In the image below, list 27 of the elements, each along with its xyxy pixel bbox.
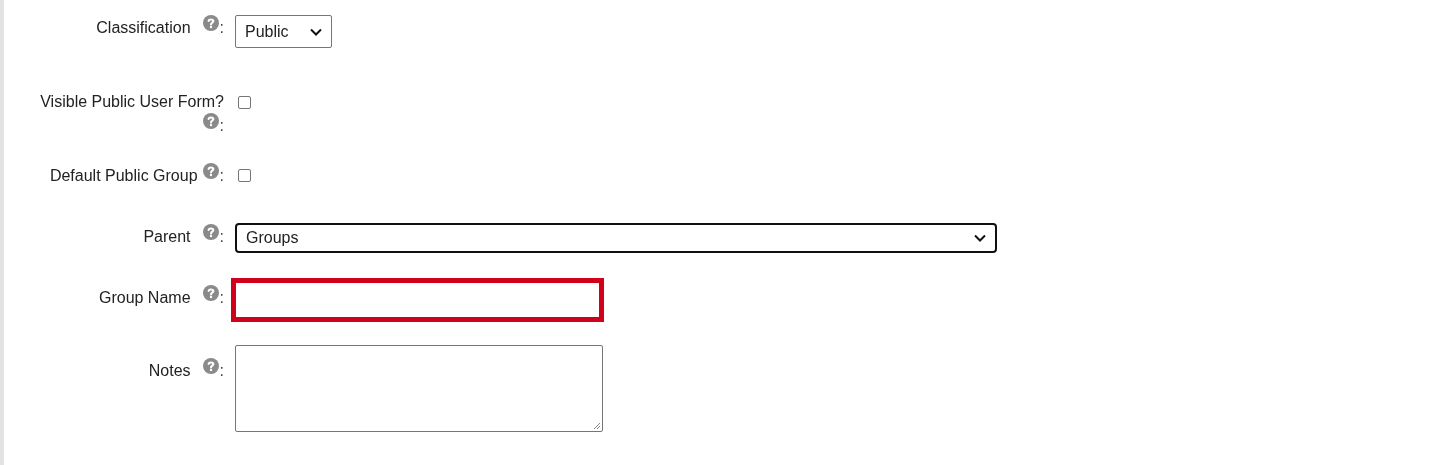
colon: : (219, 289, 224, 306)
notes-textarea[interactable] (235, 345, 603, 432)
dropdown[interactable]: Public (235, 15, 332, 48)
help-icon[interactable] (202, 15, 219, 31)
chevron-down-icon (310, 27, 322, 36)
colon: : (219, 362, 224, 379)
field-label: Group Name (98, 289, 191, 306)
chevron-down-icon (974, 234, 986, 242)
help-icon[interactable] (202, 113, 219, 129)
colon: : (219, 228, 224, 245)
help-icon[interactable] (202, 224, 219, 240)
field-label: Default Public Group (49, 167, 198, 184)
resize-handle-icon[interactable] (592, 421, 601, 430)
help-icon[interactable] (202, 163, 219, 179)
help-icon[interactable] (202, 358, 219, 374)
colon: : (219, 167, 224, 184)
checkbox[interactable] (238, 169, 251, 182)
field-label: Notes (148, 362, 191, 379)
dropdown[interactable]: Groups (235, 223, 997, 253)
colon: : (219, 117, 224, 134)
input-field[interactable] (231, 278, 604, 322)
colon: : (219, 19, 224, 36)
field-label: Visible Public User Form? (40, 93, 224, 110)
help-icon[interactable] (202, 285, 219, 301)
field-label: Classification (96, 19, 191, 36)
field-label: Parent (143, 228, 191, 245)
checkbox[interactable] (238, 96, 251, 109)
